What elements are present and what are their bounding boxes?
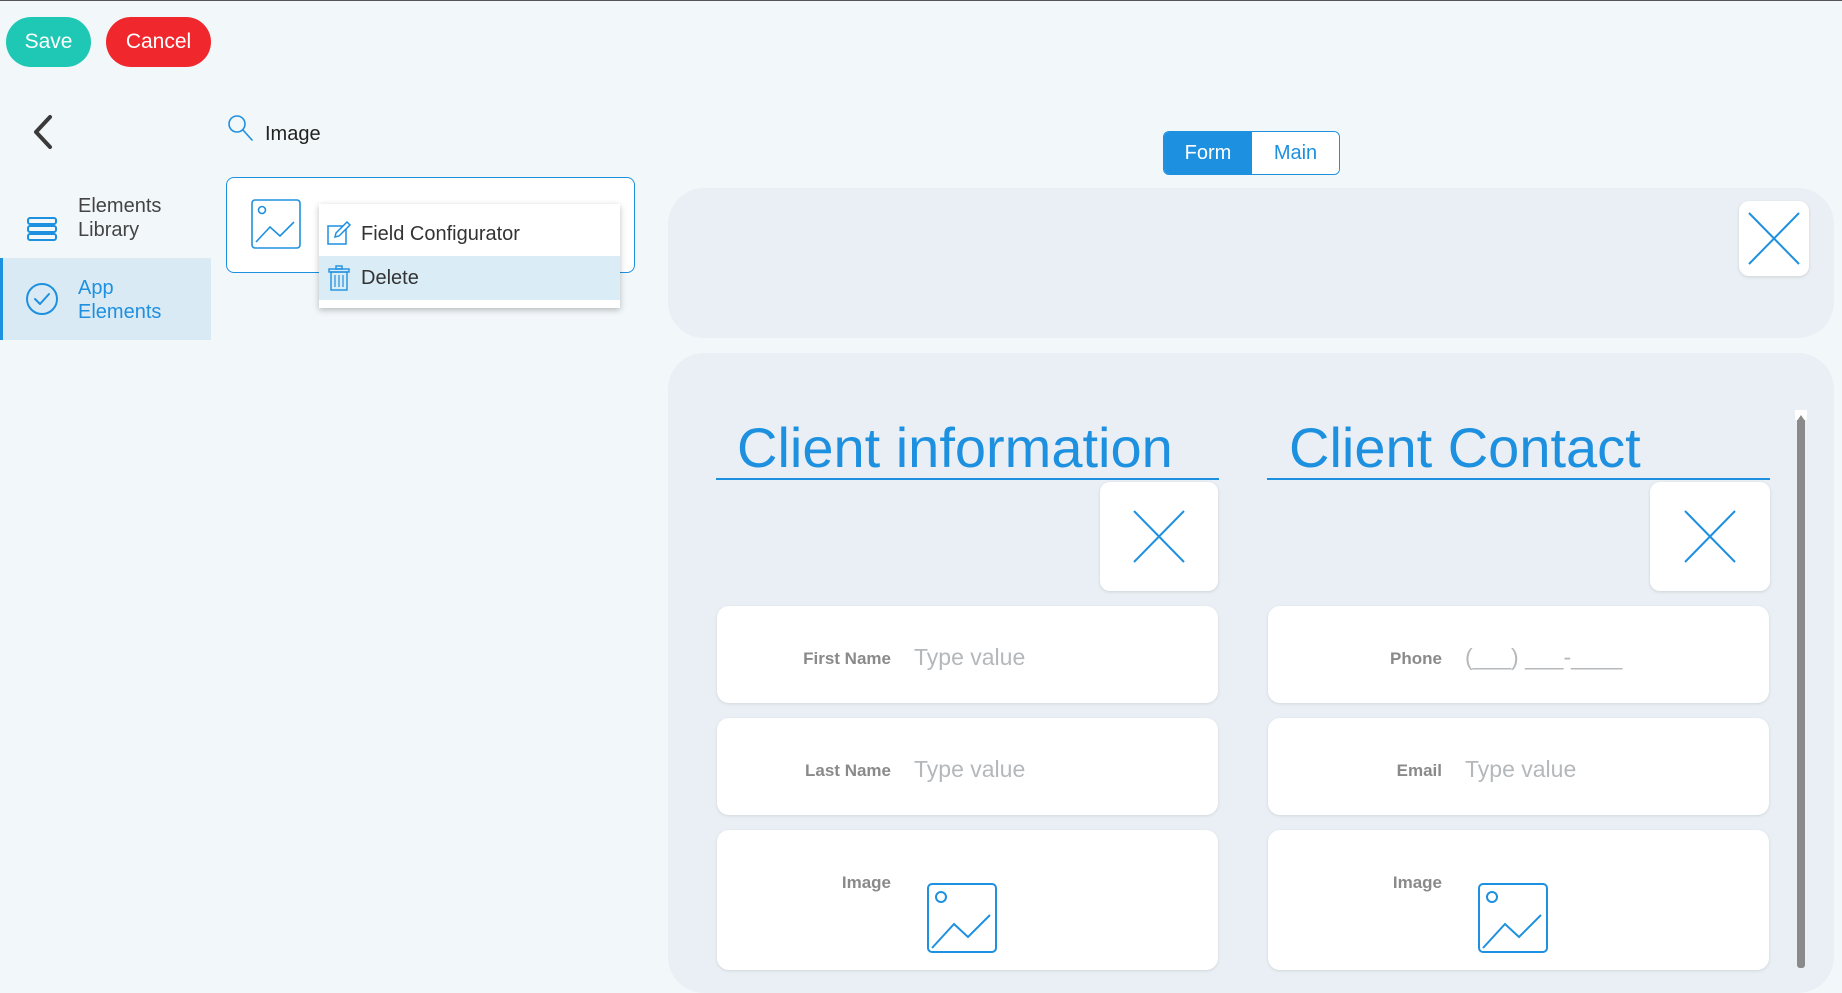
image-icon[interactable] [1477,882,1549,954]
section-underline [1267,478,1770,480]
scroll-up-arrow-icon[interactable] [1795,410,1807,421]
search-icon[interactable] [226,113,254,143]
menu-item-field-configurator[interactable]: Field Configurator [319,212,620,256]
close-icon[interactable] [1650,482,1770,591]
field-input[interactable]: Type value [1465,756,1576,783]
field-image[interactable]: Image [717,830,1218,970]
field-input[interactable]: (___) ___-____ [1465,644,1622,671]
search-query-text[interactable]: Image [265,123,321,146]
close-icon[interactable] [1739,201,1809,276]
check-circle-icon [22,279,62,319]
field-label: Phone [1390,649,1442,668]
field-label: Last Name [805,761,891,780]
field-label: First Name [803,649,891,668]
header-drop-zone [668,188,1834,338]
toggle-form[interactable]: Form [1164,132,1252,174]
field-label: Image [841,873,891,892]
scrollbar[interactable] [1797,411,1805,968]
image-icon[interactable] [926,882,998,954]
field-first-name[interactable]: First Name Type value [717,606,1218,703]
field-label: Email [1396,761,1442,780]
menu-item-label: Delete [361,266,419,289]
field-last-name[interactable]: Last Name Type value [717,718,1218,815]
close-icon[interactable] [1100,482,1218,591]
image-icon [250,198,302,250]
menu-item-delete[interactable]: Delete [319,256,620,300]
field-input[interactable]: Type value [914,756,1025,783]
context-menu: Field Configurator Delete [319,204,620,308]
section-title[interactable]: Client information [737,413,1173,483]
sidebar-item-app-elements[interactable]: App Elements [0,258,211,340]
field-image[interactable]: Image [1268,830,1769,970]
stack-icon [22,209,62,249]
save-button[interactable]: Save [6,17,91,67]
field-input[interactable]: Type value [914,644,1025,671]
field-email[interactable]: Email Type value [1268,718,1769,815]
field-label: Image [1392,873,1442,892]
trash-icon [328,265,350,291]
view-toggle: Form Main [1163,131,1340,175]
section-title[interactable]: Client Contact [1289,413,1641,483]
menu-item-label: Field Configurator [361,222,520,245]
sidebar-item-label: App Elements [78,277,162,323]
section-underline [716,478,1219,480]
field-phone[interactable]: Phone (___) ___-____ [1268,606,1769,703]
cancel-button[interactable]: Cancel [106,17,211,67]
sidebar-item-label: Elements Library [78,195,162,241]
toggle-main[interactable]: Main [1252,132,1339,174]
chevron-left-icon[interactable] [28,111,62,153]
edit-icon [327,221,352,245]
